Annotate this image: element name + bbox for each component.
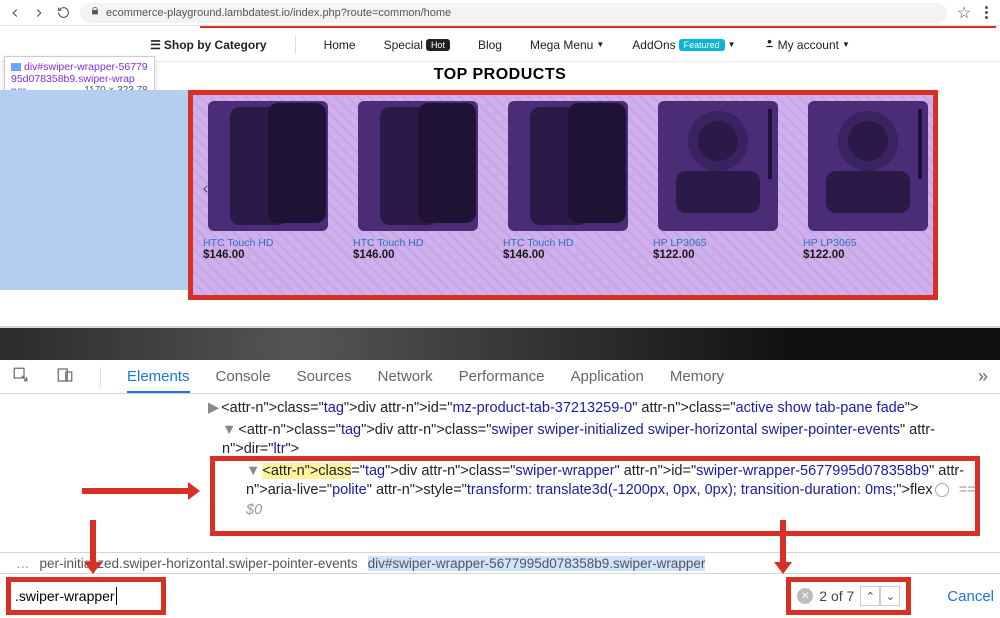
annotation-arrow: [90, 520, 96, 564]
nav-home[interactable]: Home: [324, 38, 356, 52]
nav-mega-menu-label: Mega Menu: [530, 38, 593, 52]
flex-icon: [11, 63, 21, 71]
product-price: $122.00: [803, 249, 933, 261]
highlighted-offscreen-area: [0, 90, 188, 290]
dom-node[interactable]: ▼<attr-n">class="tag">div attr-n">class=…: [208, 420, 1000, 461]
page-behind-devtools: [0, 328, 1000, 360]
product-card[interactable]: HP LP3065$122.00: [793, 95, 943, 295]
phone-image: [208, 101, 328, 231]
product-name: HTC Touch HD: [503, 237, 633, 249]
chevron-down-icon: ▼: [596, 40, 604, 49]
nav-my-account[interactable]: My account▼: [764, 38, 850, 52]
reload-button[interactable]: [56, 6, 70, 20]
find-input-value: .swiper-wrapper: [15, 588, 115, 604]
camera-image: [808, 101, 928, 231]
devtools-tabbar: Elements Console Sources Network Perform…: [0, 360, 1000, 394]
crumb-ellipsis[interactable]: …: [16, 556, 30, 571]
dom-node[interactable]: ▶<attr-n">class="tag">div attr-n">id="mz…: [194, 398, 1000, 420]
text-cursor: [116, 587, 117, 605]
dom-tree[interactable]: ▶<attr-n">class="tag">div attr-n">id="mz…: [0, 394, 1000, 521]
url-text: ecommerce-playground.lambdatest.io/index…: [106, 7, 451, 19]
nav-separator: [295, 36, 296, 54]
phone-image: [358, 101, 478, 231]
tooltip-line: 95d078358b9.swiper-wrap: [11, 73, 135, 85]
product-name: HP LP3065: [803, 237, 933, 249]
product-price: $146.00: [503, 249, 633, 261]
hamburger-icon: ☰: [150, 38, 161, 52]
device-toolbar-icon[interactable]: [56, 366, 74, 388]
product-price: $122.00: [653, 249, 783, 261]
product-price: $146.00: [353, 249, 483, 261]
chevron-down-icon: ▼: [728, 40, 736, 49]
browser-menu-icon[interactable]: [981, 6, 992, 19]
tab-sources[interactable]: Sources: [297, 368, 352, 385]
address-bar[interactable]: ecommerce-playground.lambdatest.io/index…: [80, 3, 947, 23]
phone-image: [508, 101, 628, 231]
find-cancel-button[interactable]: Cancel: [947, 588, 994, 605]
devtools-find-bar: .swiper-wrapper ✕ 2 of 7 ⌃ ⌄ Cancel: [0, 574, 1000, 618]
find-nav: ⌃ ⌄: [860, 586, 900, 606]
tab-application[interactable]: Application: [571, 368, 644, 385]
bookmark-icon[interactable]: ☆: [957, 3, 971, 23]
find-input[interactable]: .swiper-wrapper: [6, 577, 166, 615]
camera-image: [658, 101, 778, 231]
hot-badge: Hot: [426, 39, 450, 51]
annotation-arrow: [82, 488, 190, 494]
tab-network[interactable]: Network: [378, 368, 433, 385]
inspect-element-icon[interactable]: [12, 366, 30, 388]
tab-elements[interactable]: Elements: [127, 368, 190, 393]
clear-search-icon[interactable]: ✕: [797, 588, 813, 604]
product-card[interactable]: HTC Touch HD$146.00: [493, 95, 643, 295]
product-name: HTC Touch HD: [203, 237, 333, 249]
devtools-panel: Elements Console Sources Network Perform…: [0, 326, 1000, 618]
featured-badge: Featured: [679, 39, 725, 51]
browser-chrome: ecommerce-playground.lambdatest.io/index…: [0, 0, 1000, 26]
nav-special[interactable]: Special Hot: [384, 38, 450, 52]
tab-console[interactable]: Console: [216, 368, 271, 385]
tab-performance[interactable]: Performance: [459, 368, 545, 385]
chevron-down-icon: ▼: [842, 40, 850, 49]
find-prev-button[interactable]: ⌃: [860, 586, 880, 606]
annotation-box: [210, 456, 980, 536]
nav-addons[interactable]: AddOns Featured ▼: [632, 38, 735, 52]
find-result-count: 2 of 7: [819, 588, 854, 604]
forward-button[interactable]: [32, 6, 46, 20]
product-card[interactable]: HP LP3065$122.00: [643, 95, 793, 295]
nav-addons-label: AddOns: [632, 38, 675, 52]
product-price: $146.00: [203, 249, 333, 261]
product-name: HTC Touch HD: [353, 237, 483, 249]
product-card[interactable]: HTC Touch HD$146.00: [193, 95, 343, 295]
tabs-overflow-icon[interactable]: »: [978, 366, 988, 387]
product-cards-row: HTC Touch HD$146.00HTC Touch HD$146.00HT…: [193, 95, 933, 295]
tab-memory[interactable]: Memory: [670, 368, 724, 385]
lock-icon: [90, 6, 100, 19]
product-card[interactable]: HTC Touch HD$146.00: [343, 95, 493, 295]
shop-by-category-label: Shop by Category: [164, 38, 267, 52]
tooltip-line: div#swiper-wrapper-56779: [24, 61, 148, 73]
nav-special-label: Special: [384, 38, 423, 52]
shop-by-category[interactable]: ☰ Shop by Category: [150, 38, 266, 52]
nav-blog[interactable]: Blog: [478, 38, 502, 52]
breadcrumb[interactable]: … per-initialized.swiper-horizontal.swip…: [0, 552, 1000, 574]
find-results: ✕ 2 of 7 ⌃ ⌄: [786, 577, 911, 615]
nav-my-account-label: My account: [778, 38, 839, 52]
person-icon: [764, 38, 775, 52]
back-button[interactable]: [8, 6, 22, 20]
highlighted-swiper-wrapper: HTC Touch HD$146.00HTC Touch HD$146.00HT…: [188, 90, 938, 300]
annotation-arrow: [780, 520, 786, 564]
product-name: HP LP3065: [653, 237, 783, 249]
find-next-button[interactable]: ⌄: [880, 586, 900, 606]
tab-separator: [100, 367, 101, 387]
crumb-selected[interactable]: div#swiper-wrapper-5677995d078358b9.swip…: [368, 556, 706, 571]
nav-mega-menu[interactable]: Mega Menu▼: [530, 38, 604, 52]
